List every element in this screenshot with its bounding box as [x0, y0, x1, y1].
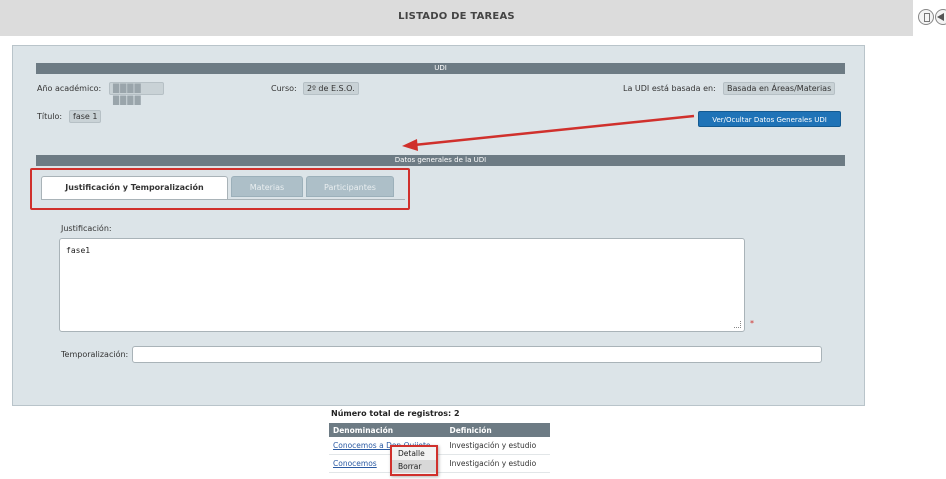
table-row[interactable]: Conocemos a Don Quijote Investigación y …: [329, 437, 550, 455]
temporalizacion-label: Temporalización:: [61, 350, 129, 359]
table-row[interactable]: Conocemos Investigación y estudio: [329, 454, 550, 473]
justificacion-value: fase1: [66, 246, 91, 255]
required-mark: *: [750, 319, 754, 328]
temporalizacion-input[interactable]: [132, 346, 822, 363]
datos-section-bar: Datos generales de la UDI: [36, 155, 845, 166]
tab-materias[interactable]: Materias: [231, 176, 303, 197]
row-definicion: Investigación y estudio: [445, 437, 550, 455]
column-header-denominacion[interactable]: Denominación: [329, 423, 446, 437]
total-records: Número total de registros: 2: [331, 409, 460, 418]
context-menu: Detalle Borrar: [390, 445, 438, 476]
column-header-definicion[interactable]: Definición: [445, 423, 550, 437]
justificacion-textarea[interactable]: fase1: [59, 238, 745, 332]
context-menu-item-borrar[interactable]: Borrar: [392, 460, 436, 473]
tab-justificacion[interactable]: Justificación y Temporalización: [41, 176, 228, 200]
justificacion-label: Justificación:: [61, 224, 112, 233]
row-definicion: Investigación y estudio: [445, 454, 550, 473]
context-menu-item-detalle[interactable]: Detalle: [392, 447, 436, 460]
resize-grip-icon[interactable]: [734, 321, 741, 328]
tasks-table: Denominación Definición Conocemos a Don …: [329, 423, 550, 473]
tab-participantes[interactable]: Participantes: [306, 176, 394, 197]
